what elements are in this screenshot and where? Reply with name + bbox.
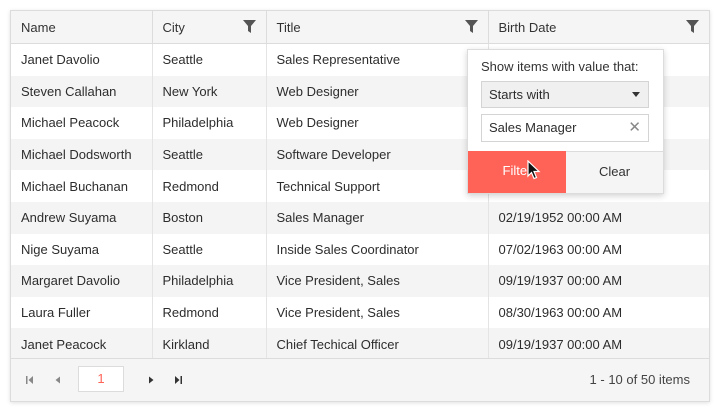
cell-city: Redmond: [152, 170, 267, 202]
cell-name: Janet Davolio: [11, 43, 153, 76]
column-header-name[interactable]: Name: [11, 11, 153, 44]
mouse-cursor-icon: [527, 160, 541, 180]
cell-name: Andrew Suyama: [11, 201, 153, 234]
cell-city: New York: [152, 75, 267, 108]
filter-icon[interactable]: [242, 20, 256, 34]
cell-birth-date: 08/30/1963 00:00 AM: [498, 305, 623, 321]
cell-title: Sales Manager: [266, 201, 489, 234]
filter-icon[interactable]: [686, 20, 699, 34]
last-page-icon[interactable]: [170, 372, 186, 388]
next-page-icon[interactable]: [143, 372, 159, 388]
column-header-birth-date[interactable]: Birth Date: [488, 11, 709, 44]
clear-button[interactable]: Clear: [566, 151, 663, 193]
table-row[interactable]: Janet Peacock Kirkland Chief Techical Of…: [11, 328, 709, 360]
column-header-title[interactable]: Title: [266, 11, 489, 44]
column-header-label: Title: [276, 19, 301, 35]
filter-operator-value: Starts with: [489, 87, 550, 102]
filter-value-input[interactable]: Sales Manager ✕: [481, 114, 649, 142]
cell-name: Michael Buchanan: [11, 170, 153, 202]
column-header-label: City: [162, 19, 185, 35]
cell-name: Laura Fuller: [11, 296, 153, 329]
first-page-icon[interactable]: [22, 372, 38, 388]
pager: 1 1 - 10 of 50 items: [11, 358, 709, 401]
filter-popup-label: Show items with value that:: [481, 59, 639, 74]
cell-city: Seattle: [152, 233, 267, 266]
cell-city: Philadelphia: [152, 107, 267, 139]
filter-operator-dropdown[interactable]: Starts with: [481, 81, 649, 108]
table-row[interactable]: Margaret Davolio Philadelphia Vice Presi…: [11, 265, 709, 297]
cell-city: Kirkland: [152, 328, 267, 360]
cell-city: Seattle: [152, 138, 267, 171]
filter-icon[interactable]: [464, 20, 478, 34]
cell-city: Redmond: [152, 296, 267, 329]
cell-birth-date: 09/19/1937 00:00 AM: [488, 265, 709, 297]
dropdown-caret-icon: [632, 92, 640, 97]
clear-icon[interactable]: ✕: [628, 115, 641, 141]
table-row[interactable]: Laura Fuller Redmond Vice President, Sal…: [11, 296, 709, 329]
cell-name: Margaret Davolio: [11, 265, 153, 297]
cell-title: Vice President, Sales: [266, 296, 489, 329]
cell-birth-date: 07/02/1963 00:00 AM: [498, 241, 623, 257]
filter-button[interactable]: Filter: [468, 151, 566, 193]
cell-name: Michael Peacock: [11, 107, 153, 139]
prev-page-icon[interactable]: [50, 372, 66, 388]
data-grid: Name City Title Birth Date Janet Davolio…: [10, 10, 710, 402]
pager-info: 1 - 10 of 50 items: [589, 372, 690, 387]
table-row[interactable]: Andrew Suyama Boston Sales Manager 02/19…: [11, 201, 709, 234]
cell-city: Boston: [152, 201, 267, 234]
header-row: Name City Title Birth Date: [11, 11, 709, 44]
cell-title: Inside Sales Coordinator: [266, 233, 489, 266]
cell-title: Chief Techical Officer: [266, 328, 489, 360]
cell-birth-date: 02/19/1952 00:00 AM: [488, 201, 709, 234]
cell-title: Software Developer: [266, 138, 489, 171]
column-header-city[interactable]: City: [152, 11, 267, 44]
cell-name: Steven Callahan: [11, 75, 153, 108]
cell-title: Sales Representative: [266, 43, 489, 76]
filter-value-text: Sales Manager: [489, 120, 577, 135]
cell-city: Seattle: [152, 43, 267, 76]
column-header-label: Birth Date: [498, 19, 557, 35]
cell-title: Web Designer: [266, 75, 489, 108]
cell-title: Web Designer: [266, 107, 489, 139]
current-page-button[interactable]: 1: [78, 366, 124, 392]
cell-city: Philadelphia: [152, 265, 267, 297]
cell-name: Nige Suyama: [11, 233, 153, 266]
cell-birth-date: 09/19/1937 00:00 AM: [488, 328, 709, 360]
cell-name: Michael Dodsworth: [11, 138, 153, 171]
column-header-label: Name: [21, 19, 56, 35]
table-row[interactable]: Nige Suyama Seattle Inside Sales Coordin…: [11, 233, 709, 266]
cell-title: Vice President, Sales: [266, 265, 489, 297]
cell-name: Janet Peacock: [11, 328, 153, 360]
cell-title: Technical Support: [266, 170, 489, 202]
filter-popup: Show items with value that: Starts with …: [467, 49, 664, 194]
